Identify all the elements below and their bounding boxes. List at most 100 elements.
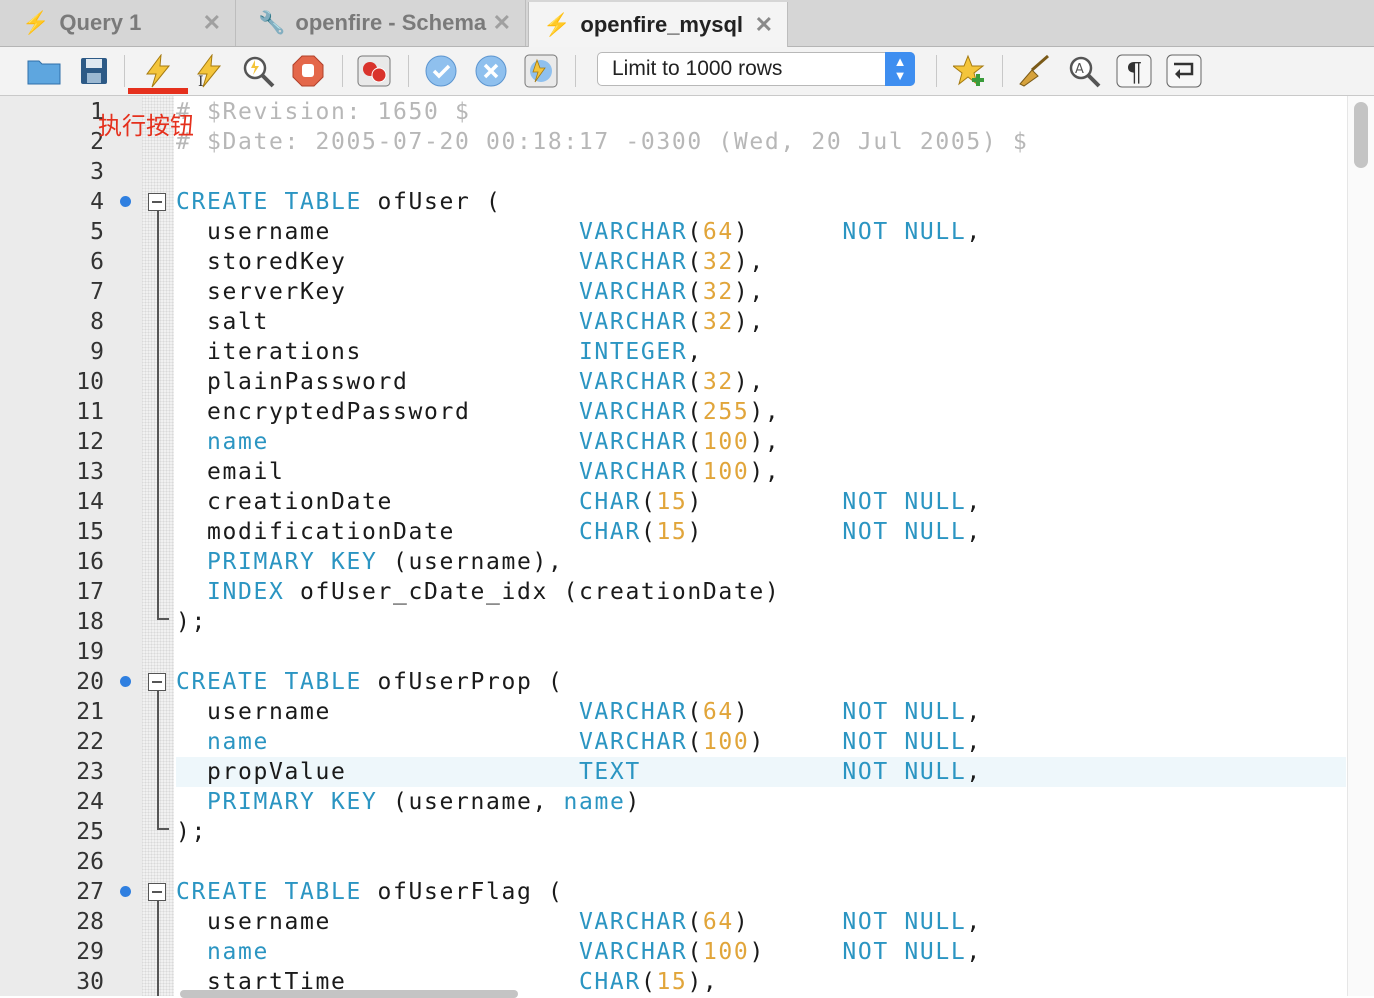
code-token: PRIMARY KEY [207,549,378,575]
tab-openfire-schema[interactable]: 🔧 openfire - Schema ✕ [236,0,526,46]
line-number: 2 [90,129,104,155]
code-token: , [966,909,982,935]
code-token: name [207,729,269,755]
fold-toggle-icon[interactable] [148,883,166,901]
code-token: , [966,939,982,965]
limit-rows-select[interactable]: Limit to 1000 rows ▲ ▼ [597,52,915,86]
rollback-icon[interactable] [473,53,509,89]
code-token: , [687,339,703,365]
code-token: ) [733,219,843,245]
code-token: ) [625,789,641,815]
code-token: 64 [702,699,734,725]
code-token: , [966,219,982,245]
vertical-scrollbar-track[interactable] [1347,96,1374,996]
code-area[interactable]: # $Revision: 1650 $ # $Date: 2005-07-20 0… [176,96,1346,996]
line-number: 26 [76,849,104,875]
code-token: NOT NULL [842,759,967,785]
fold-guide-line [157,901,159,996]
code-token: modificationDate [176,519,579,545]
code-token: serverKey [176,279,579,305]
stop-icon[interactable] [290,53,326,89]
line-number: 30 [76,969,104,995]
vertical-scrollbar-thumb[interactable] [1354,102,1368,168]
svg-text:¶: ¶ [1126,58,1143,88]
code-token: ( [687,699,703,725]
code-token: ), [733,279,765,305]
code-token: plainPassword [176,369,579,395]
execute-current-icon[interactable]: I [190,53,226,89]
code-token: username [176,219,579,245]
line-number: 6 [90,249,104,275]
explain-icon[interactable] [240,53,276,89]
lightning-icon: ⚡ [543,11,571,37]
code-token: NOT NULL [842,729,967,755]
close-icon[interactable]: ✕ [203,10,221,36]
toggle-stop-on-error-icon[interactable] [356,53,392,89]
code-token: ( [687,729,703,755]
code-token: ( [687,219,703,245]
code-token: ( [687,459,703,485]
toolbar-separator [1002,55,1003,87]
code-token: propValue [176,759,579,785]
code-token: ( [687,429,703,455]
code-token: , [966,759,982,785]
code-token: ofUserProp ( [377,669,564,695]
close-icon[interactable]: ✕ [493,10,511,36]
tab-query-1[interactable]: ⚡ Query 1 ✕ [0,0,236,46]
line-number: 17 [76,579,104,605]
line-number: 16 [76,549,104,575]
autocommit-icon[interactable] [523,53,559,89]
commit-icon[interactable] [423,53,459,89]
code-token: username [176,909,579,935]
code-token: name [207,939,269,965]
code-token: ), [687,969,719,995]
word-wrap-icon[interactable] [1166,53,1202,89]
fold-toggle-icon[interactable] [148,673,166,691]
save-icon[interactable] [76,53,112,89]
line-number: 5 [90,219,104,245]
horizontal-scrollbar-thumb[interactable] [180,990,518,998]
code-token: ) [749,939,843,965]
code-token: salt [176,309,579,335]
sql-editor[interactable]: # $Revision: 1650 $ # $Date: 2005-07-20 0… [0,96,1374,996]
code-token: VARCHAR [578,309,688,335]
fold-toggle-icon[interactable] [148,193,166,211]
code-token: 100 [702,429,750,455]
toolbar-separator [575,55,576,87]
close-icon[interactable]: ✕ [755,12,773,38]
code-token: 32 [702,309,734,335]
editor-toolbar: I Limit to 1000 rows ▲ ▼ A ¶ [0,47,1374,96]
find-icon[interactable]: A [1066,53,1102,89]
code-line: propValue TEXT NOT NULL, [176,757,982,787]
toolbar-separator [124,55,125,87]
execute-icon[interactable] [140,53,176,89]
code-token: creationDate [176,489,579,515]
code-token: ( [687,909,703,935]
beautify-icon[interactable] [1016,53,1052,89]
code-token: 64 [702,219,734,245]
code-line: modificationDate CHAR(15) NOT NULL, [176,517,982,547]
tab-label: Query 1 [59,10,142,35]
line-number: 10 [76,369,104,395]
code-token: email [176,459,579,485]
invisible-chars-icon[interactable]: ¶ [1116,53,1152,89]
code-token: (username, [377,789,564,815]
code-line: CREATE TABLE ofUser ( [176,187,501,217]
open-folder-icon[interactable] [26,53,62,89]
code-token: VARCHAR [578,219,688,245]
code-token: VARCHAR [578,369,688,395]
code-token: # $Date: 2005-07-20 00:18:17 -0300 (Wed,… [176,129,1029,155]
code-token: ), [733,249,765,275]
code-token: ), [749,429,781,455]
code-line: name VARCHAR(100) NOT NULL, [176,727,982,757]
add-snippet-icon[interactable] [952,53,988,89]
tab-openfire-mysql[interactable]: ⚡ openfire_mysql ✕ [528,2,788,47]
code-line: PRIMARY KEY (username), [176,547,563,577]
line-number: 18 [76,609,104,635]
code-line: salt VARCHAR(32), [176,307,765,337]
fold-guide-line [157,691,159,828]
fold-guide-line [157,211,159,618]
code-token: VARCHAR [578,279,688,305]
